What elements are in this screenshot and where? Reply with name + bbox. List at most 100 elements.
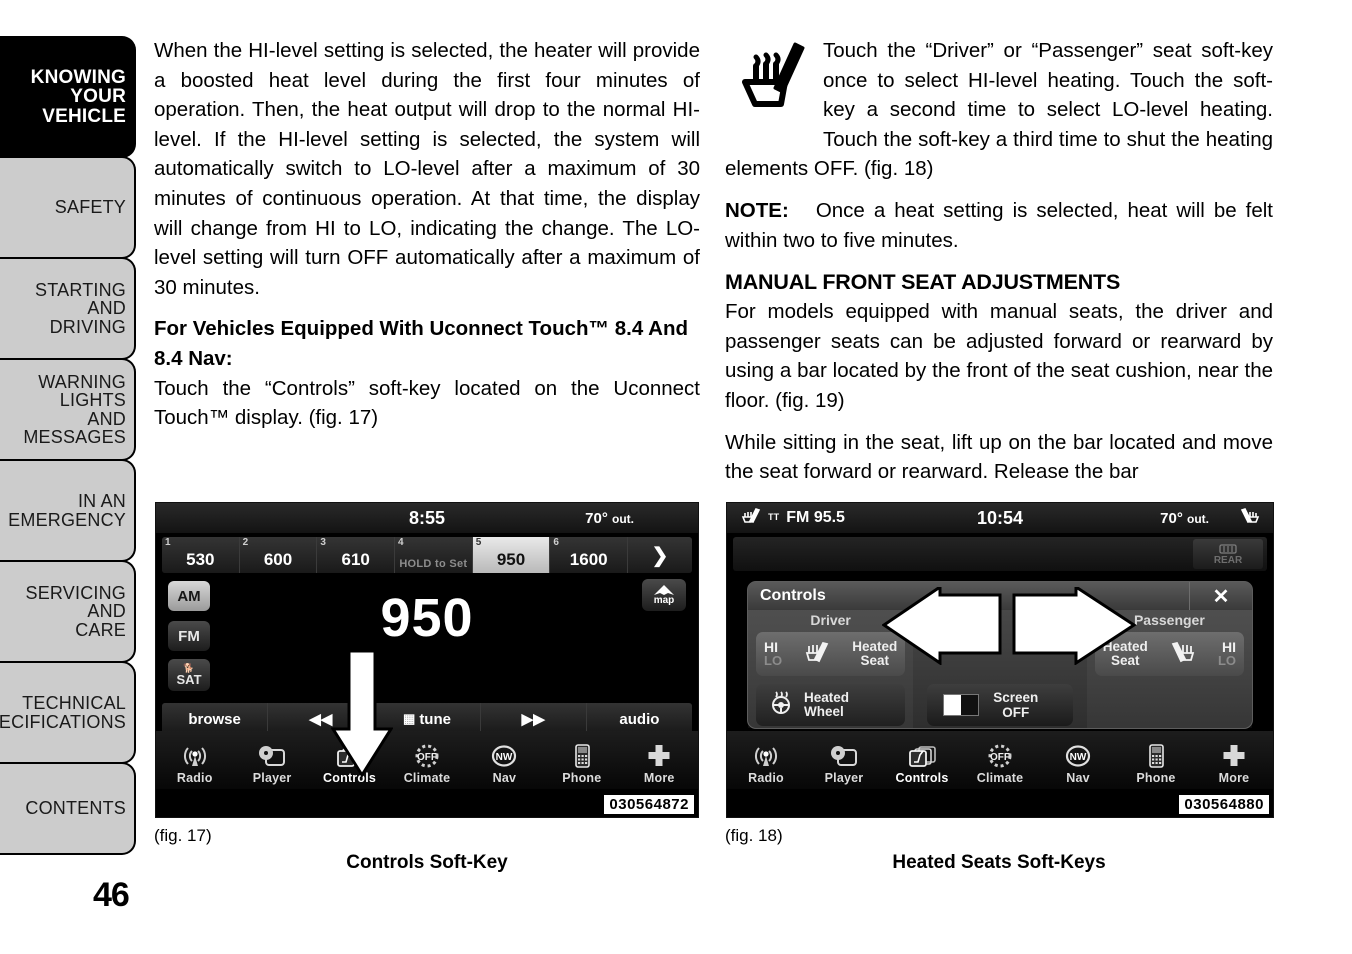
status-bar: 8:55 70° out. (156, 503, 698, 533)
app-button-label: Controls (895, 771, 949, 785)
phone-icon (1146, 741, 1166, 771)
screen-off-label: Screen OFF (993, 690, 1038, 720)
app-button-label: Climate (403, 771, 451, 785)
page-number: 46 (93, 876, 130, 914)
sidebar-tab-label: WARNING LIGHTS AND MESSAGES (23, 371, 126, 447)
band-button-sat[interactable]: 🐕 SAT (168, 659, 210, 691)
player-icon (829, 741, 859, 771)
sidebar-tab-label: IN AN EMERGENCY (8, 491, 126, 530)
sidebar-tab-label: CONTENTS (25, 798, 126, 819)
controls-panel-title: Controls (760, 587, 826, 604)
preset-value: 610 (341, 550, 370, 569)
app-button-phone[interactable]: Phone (1117, 731, 1195, 789)
phone-icon (572, 741, 592, 771)
rear-climate-bar: REAR (733, 537, 1267, 571)
app-button-climate[interactable]: OFF Climate (961, 731, 1039, 789)
heated-seat-line2: Seat (1111, 653, 1140, 668)
heated-wheel-label: Heated Wheel (804, 691, 849, 719)
driver-heated-seat-button[interactable]: HI LO Heated Seat (756, 632, 906, 676)
passenger-group-title: Passenger (1133, 612, 1205, 628)
sidebar-tab-label: STARTING AND DRIVING (35, 279, 126, 337)
controls-panel-header: Controls ✕ (748, 582, 1252, 610)
app-button-radio[interactable]: Radio (156, 731, 233, 789)
app-button-player[interactable]: Player (805, 731, 883, 789)
paragraph-manual-seat-adjust: For models equipped with manual seats, t… (725, 300, 1273, 412)
note-text: Once a heat setting is selected, heat wi… (725, 198, 1274, 252)
close-glyph: ✕ (1212, 585, 1230, 608)
climate-off-icon: OFF (984, 741, 1016, 771)
preset-button-3[interactable]: 3 610 (317, 537, 396, 573)
app-button-controls[interactable]: Controls (311, 731, 388, 789)
sidebar-tab-in-an-emergency[interactable]: IN AN EMERGENCY (0, 459, 136, 562)
close-icon[interactable]: ✕ (1189, 582, 1252, 610)
preset-value: 1600 (569, 550, 608, 569)
subheading-uconnect-touch: For Vehicles Equipped With Uconnect Touc… (154, 317, 689, 370)
radio-preset-row[interactable]: 1 530 2 600 3 610 4 HOLD to Set 5 950 6 … (162, 537, 692, 573)
figure-18-reference: (fig. 18) (725, 826, 783, 845)
app-button-label: Climate (976, 771, 1024, 785)
app-button-nav[interactable]: NW Nav (466, 731, 543, 789)
plus-icon (646, 741, 672, 771)
sidebar-tab-contents[interactable]: CONTENTS (0, 762, 136, 855)
app-button-nav[interactable]: NW Nav (1039, 731, 1117, 789)
application-bar[interactable]: Radio Player Controls OFF Climate NW Nav… (156, 731, 698, 789)
screen-off-button[interactable]: Screen OFF (927, 684, 1073, 726)
rear-defrost-button[interactable]: REAR (1193, 539, 1263, 569)
app-button-more[interactable]: More (1195, 731, 1273, 789)
preset-value: 600 (263, 550, 293, 569)
heated-seat-line1: Heated (852, 639, 898, 654)
climate-off-icon: OFF (411, 741, 443, 771)
note-block: NOTE: Once a heat setting is selected, h… (725, 196, 1273, 255)
heated-wheel-line2: Wheel (804, 704, 844, 719)
driver-heated-seat-icon (804, 641, 830, 668)
nav-compass-icon: NW (1063, 741, 1093, 771)
app-button-label: Nav (1066, 771, 1090, 785)
preset-button-4[interactable]: 4 HOLD to Set (395, 537, 473, 573)
passenger-heated-seat-button[interactable]: Heated Seat HI LO (1094, 632, 1245, 676)
sidebar-tab-safety[interactable]: SAFETY (0, 156, 136, 259)
uconnect-controls-screen: ᵀᵀ FM 95.5 10:54 70° out. REAR Controls … (726, 502, 1274, 818)
app-button-label: More (1218, 771, 1250, 785)
status-temperature-value: 70° (585, 509, 608, 527)
sidebar-tab-warning-lights-and-messages[interactable]: WARNING LIGHTS AND MESSAGES (0, 358, 136, 461)
controls-panel: Controls ✕ Driver HI LO Heated Seat Heat… (747, 581, 1253, 729)
heated-wheel-button[interactable]: Heated Wheel (756, 684, 906, 726)
figure-17-reference: (fig. 17) (154, 826, 212, 845)
app-button-climate[interactable]: OFF Climate (388, 731, 465, 789)
preset-button-1[interactable]: 1 530 (162, 537, 240, 573)
status-temperature-unit: out. (612, 511, 634, 526)
figure-part-number: 030564880 (1179, 795, 1269, 814)
band-button-label: SAT (176, 672, 202, 687)
preset-next-page-button[interactable]: ❯ (628, 537, 692, 573)
next-track-icon: ▶▶ (521, 711, 545, 728)
grid-icon: ▦ (403, 711, 415, 726)
heated-seat-icon (731, 38, 817, 142)
radio-icon (181, 741, 209, 771)
app-button-radio[interactable]: Radio (727, 731, 805, 789)
app-button-player[interactable]: Player (233, 731, 310, 789)
driver-hi-lo-indicator: HI LO (764, 640, 782, 668)
sidebar-tab-servicing-and-care[interactable]: SERVICING AND CARE (0, 560, 136, 663)
left-text-column: When the HI-level setting is selected, t… (154, 36, 700, 445)
app-button-phone[interactable]: Phone (543, 731, 620, 789)
preset-button-6[interactable]: 6 1600 (550, 537, 629, 573)
status-temperature: 70° out. (1160, 510, 1209, 527)
app-button-label: Player (252, 771, 292, 785)
heated-seat-line2: Seat (860, 653, 889, 668)
sidebar-tab-knowing-your-vehicle[interactable]: KNOWING YOUR VEHICLE (0, 36, 136, 158)
sidebar-tab-starting-and-driving[interactable]: STARTING AND DRIVING (0, 257, 136, 360)
lo-label: LO (1217, 653, 1236, 668)
preset-button-5[interactable]: 5 950 (472, 537, 551, 573)
preset-index: 2 (242, 537, 249, 548)
hi-label: HI (1222, 639, 1236, 655)
app-button-more[interactable]: More (621, 731, 698, 789)
sidebar-tab-technical-specifications[interactable]: TECHNICAL SPECIFICATIONS (0, 661, 136, 764)
application-bar[interactable]: Radio Player Controls OFF Climate NW Nav… (727, 731, 1273, 789)
passenger-hi-lo-indicator: HI LO (1218, 640, 1236, 668)
app-button-controls[interactable]: Controls (883, 731, 961, 789)
sidebar-tab-label: TECHNICAL SPECIFICATIONS (0, 693, 126, 732)
chapter-tab-sidebar: KNOWING YOUR VEHICLE SAFETY STARTING AND… (0, 36, 136, 855)
figure-17-caption: Controls Soft-Key (346, 852, 508, 873)
figure-part-number: 030564872 (604, 795, 694, 814)
preset-button-2[interactable]: 2 600 (239, 537, 318, 573)
